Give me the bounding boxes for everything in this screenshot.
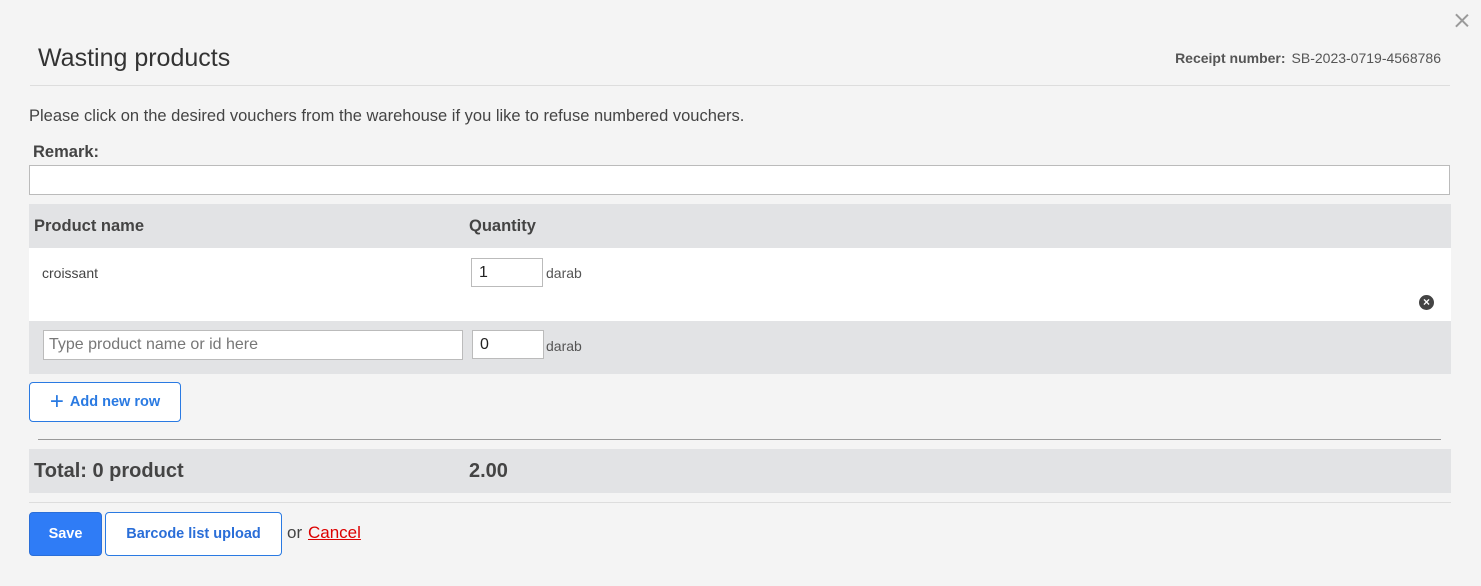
product-name: croissant: [42, 265, 99, 281]
quantity-input[interactable]: [471, 258, 543, 287]
receipt-number: Receipt number: SB-2023-0719-4568786: [1175, 50, 1441, 66]
product-search-input[interactable]: [43, 330, 463, 360]
total-value: 2.00: [469, 460, 508, 482]
receipt-label: Receipt number:: [1175, 50, 1286, 66]
new-row: darab: [29, 321, 1451, 374]
add-new-row-button[interactable]: + Add new row: [29, 382, 181, 422]
divider: [29, 502, 1451, 503]
table-row: croissant darab ×: [29, 248, 1451, 321]
total-bar: Total: 0 product 2.00: [29, 449, 1451, 493]
total-label: Total: 0 product: [34, 460, 184, 482]
barcode-upload-button[interactable]: Barcode list upload: [105, 512, 282, 556]
receipt-value: SB-2023-0719-4568786: [1291, 50, 1441, 66]
column-header-quantity: Quantity: [469, 217, 536, 235]
table-header: Product name Quantity: [29, 204, 1451, 248]
new-quantity-input[interactable]: [472, 330, 544, 359]
remark-input[interactable]: [29, 165, 1450, 195]
unit-label: darab: [546, 265, 582, 281]
column-header-product: Product name: [34, 217, 145, 235]
remove-row-icon[interactable]: ×: [1419, 295, 1434, 310]
save-button[interactable]: Save: [29, 512, 102, 556]
divider: [38, 439, 1441, 440]
intro-text: Please click on the desired vouchers fro…: [29, 107, 745, 125]
page-title: Wasting products: [38, 44, 231, 72]
new-unit-label: darab: [546, 338, 582, 354]
divider: [30, 85, 1450, 86]
remark-label: Remark:: [33, 143, 100, 161]
plus-icon: +: [49, 388, 64, 415]
or-text: or: [287, 523, 303, 542]
add-new-row-label: Add new row: [69, 394, 161, 410]
cancel-link[interactable]: Cancel: [308, 523, 361, 543]
close-icon[interactable]: [1452, 10, 1472, 30]
